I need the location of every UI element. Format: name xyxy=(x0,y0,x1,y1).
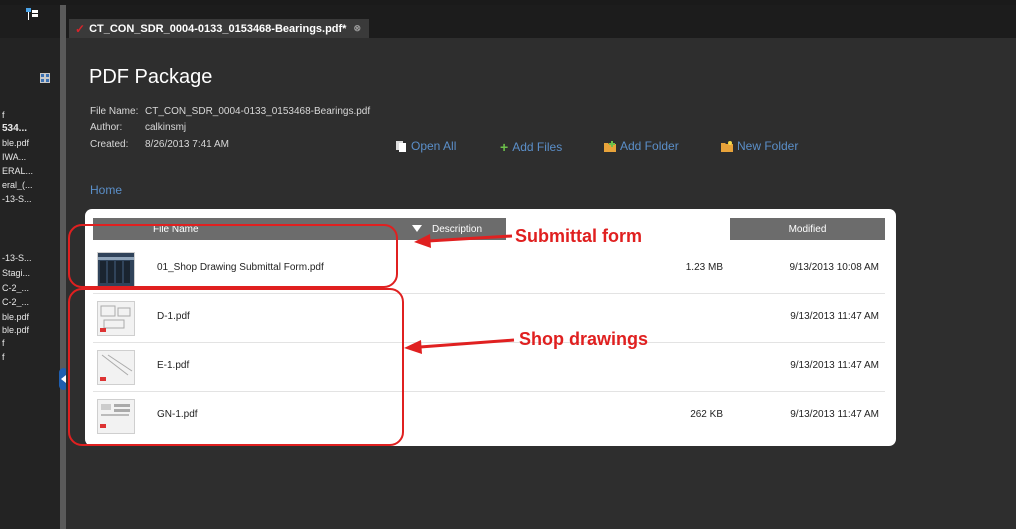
submittal-arrowhead xyxy=(414,234,431,248)
callout-arrows xyxy=(404,234,515,354)
shop-drawings-arrow xyxy=(419,338,515,349)
submittal-arrow xyxy=(427,234,513,243)
shop-drawings-arrowhead xyxy=(404,340,422,354)
